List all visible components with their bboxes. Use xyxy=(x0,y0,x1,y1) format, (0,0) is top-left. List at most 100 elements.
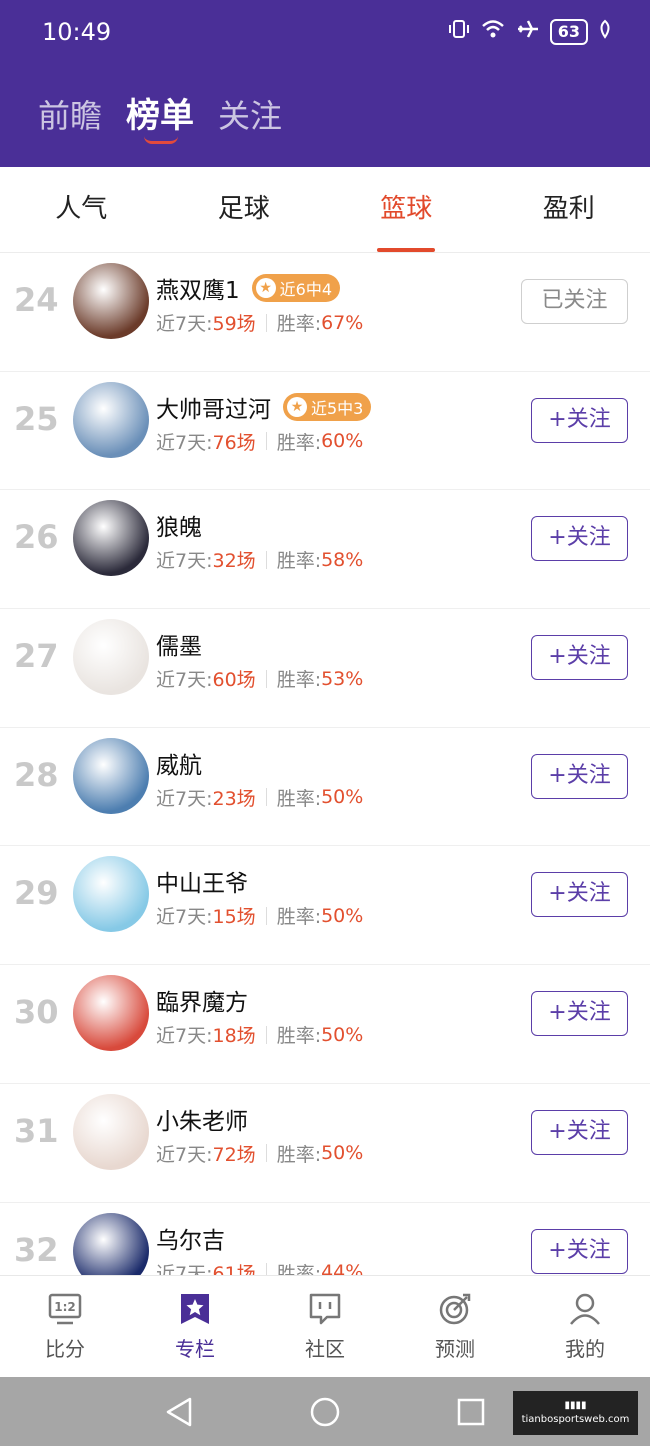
status-bar: 10:49 63 xyxy=(0,0,650,70)
streak-badge: ★ 近5中3 xyxy=(283,392,372,421)
ranking-row[interactable]: 24 燕双鹰1 ★ 近6中4 近7天: 59场 胜率: 67% 已关注 xyxy=(0,253,650,372)
games-count: 60场 xyxy=(212,669,256,692)
rank-number: 30 xyxy=(14,993,59,1032)
ranking-row[interactable]: 25 大帅哥过河 ★ 近5中3 近7天: 76场 胜率: 60% +关注 xyxy=(0,372,650,491)
win-rate: 50% xyxy=(321,786,364,809)
ranking-row[interactable]: 26 狼魄 ★ 近7天: 32场 胜率: 58% +关注 xyxy=(0,490,650,610)
star-column-icon xyxy=(177,1291,213,1327)
ranking-row[interactable]: 30 臨界魔方 ★ 近7天: 18场 胜率: 50% +关注 xyxy=(0,965,650,1084)
status-icons: 63 xyxy=(448,18,612,45)
top-tabs: 前瞻 榜单 关注 xyxy=(38,88,282,144)
win-rate: 67% xyxy=(321,311,364,334)
badge-text: 近5中3 xyxy=(311,398,364,418)
nav-score[interactable]: 1:2 比分 xyxy=(0,1276,130,1377)
ranking-row[interactable]: 27 儒墨 ★ 近7天: 60场 胜率: 53% +关注 xyxy=(0,609,650,728)
following-button[interactable]: 已关注 xyxy=(521,279,628,324)
name-line: 乌尔吉 ★ xyxy=(156,1221,225,1255)
user-stats: 近7天: 59场 胜率: 67% xyxy=(156,309,363,336)
watermark-glyphs: ▮▮▮▮ xyxy=(564,1400,587,1411)
games-count: 72场 xyxy=(212,1143,256,1166)
nav-column[interactable]: 专栏 xyxy=(130,1276,260,1377)
days-label: 近7天: xyxy=(156,431,213,454)
stats-divider xyxy=(265,550,267,569)
days-label: 近7天: xyxy=(156,550,213,573)
nav-column-label: 专栏 xyxy=(175,1337,215,1361)
nav-community[interactable]: 社区 xyxy=(260,1276,390,1377)
avatar[interactable] xyxy=(73,1093,149,1170)
avatar[interactable] xyxy=(73,856,149,933)
tab-ranking[interactable]: 榜单 xyxy=(126,88,195,144)
avatar[interactable] xyxy=(73,1212,149,1275)
stats-divider xyxy=(265,432,267,451)
ranking-list[interactable]: 24 燕双鹰1 ★ 近6中4 近7天: 59场 胜率: 67% 已关注 25 大帅… xyxy=(0,253,650,1275)
avatar[interactable] xyxy=(73,737,149,814)
games-count: 15场 xyxy=(212,906,256,929)
user-stats: 近7天: 61场 胜率: 44% xyxy=(156,1259,364,1276)
days-label: 近7天: xyxy=(156,1143,213,1166)
tab-popularity[interactable]: 人气 xyxy=(0,167,163,252)
streak-badge: ★ 近6中4 xyxy=(251,274,341,302)
rate-label: 胜率: xyxy=(276,1262,322,1276)
avatar[interactable] xyxy=(73,500,149,577)
days-label: 近7天: xyxy=(156,1025,213,1048)
follow-button[interactable]: +关注 xyxy=(531,635,628,681)
follow-button[interactable]: +关注 xyxy=(531,397,628,443)
win-rate: 60% xyxy=(321,430,364,453)
rate-label: 胜率: xyxy=(276,431,322,454)
win-rate: 50% xyxy=(321,904,364,927)
rank-number: 28 xyxy=(14,755,59,794)
leaf-icon xyxy=(598,19,612,44)
win-rate: 50% xyxy=(321,1023,364,1046)
follow-button[interactable]: +关注 xyxy=(531,1228,628,1274)
user-stats: 近7天: 15场 胜率: 50% xyxy=(156,902,363,929)
avatar[interactable] xyxy=(73,619,149,696)
nav-profile[interactable]: 我的 xyxy=(520,1276,650,1377)
home-icon[interactable] xyxy=(307,1394,343,1430)
recents-icon[interactable] xyxy=(453,1394,489,1430)
nav-predict[interactable]: 预测 xyxy=(390,1276,520,1377)
name-line: 威航 ★ xyxy=(156,746,202,780)
svg-text:1:2: 1:2 xyxy=(54,1300,76,1314)
tab-basketball[interactable]: 篮球 xyxy=(325,167,488,252)
user-name: 儒墨 xyxy=(156,634,202,661)
follow-button[interactable]: +关注 xyxy=(531,1109,628,1155)
back-icon[interactable] xyxy=(161,1394,197,1430)
avatar[interactable] xyxy=(73,263,149,339)
star-icon: ★ xyxy=(287,396,307,417)
user-name: 大帅哥过河 xyxy=(156,396,271,423)
ranking-row[interactable]: 31 小朱老师 ★ 近7天: 72场 胜率: 50% +关注 xyxy=(0,1084,650,1203)
win-rate: 58% xyxy=(321,548,364,571)
avatar[interactable] xyxy=(73,381,149,458)
games-count: 32场 xyxy=(212,550,256,573)
star-icon: ★ xyxy=(255,278,276,298)
days-label: 近7天: xyxy=(156,669,213,692)
rate-label: 胜率: xyxy=(276,313,322,335)
tab-profit[interactable]: 盈利 xyxy=(488,167,650,252)
follow-button[interactable]: +关注 xyxy=(531,872,628,918)
user-name: 狼魄 xyxy=(156,515,202,542)
name-line: 中山王爷 ★ xyxy=(156,864,248,898)
category-tabs: 人气 足球 篮球 盈利 xyxy=(0,167,650,253)
win-rate: 44% xyxy=(321,1261,364,1275)
ranking-row[interactable]: 28 威航 ★ 近7天: 23场 胜率: 50% +关注 xyxy=(0,728,650,847)
ranking-row[interactable]: 29 中山王爷 ★ 近7天: 15场 胜率: 50% +关注 xyxy=(0,846,650,966)
nav-predict-label: 预测 xyxy=(435,1337,475,1361)
bottom-nav: 1:2 比分 专栏 社区 预测 我的 xyxy=(0,1275,650,1377)
tab-football[interactable]: 足球 xyxy=(163,167,326,252)
rate-label: 胜率: xyxy=(276,1143,322,1166)
rank-number: 27 xyxy=(14,637,59,676)
tab-preview[interactable]: 前瞻 xyxy=(38,91,102,137)
tab-follow[interactable]: 关注 xyxy=(218,91,282,137)
rank-number: 24 xyxy=(14,281,59,319)
days-label: 近7天: xyxy=(156,1262,213,1276)
ranking-row[interactable]: 32 乌尔吉 ★ 近7天: 61场 胜率: 44% +关注 xyxy=(0,1203,650,1276)
stats-divider xyxy=(265,313,267,332)
rate-label: 胜率: xyxy=(276,1025,322,1048)
target-icon xyxy=(437,1291,473,1327)
games-count: 23场 xyxy=(212,787,256,810)
tab-ranking-label: 榜单 xyxy=(126,96,195,136)
avatar[interactable] xyxy=(73,975,149,1052)
follow-button[interactable]: +关注 xyxy=(531,753,628,799)
follow-button[interactable]: +关注 xyxy=(531,991,628,1037)
follow-button[interactable]: +关注 xyxy=(531,516,628,562)
